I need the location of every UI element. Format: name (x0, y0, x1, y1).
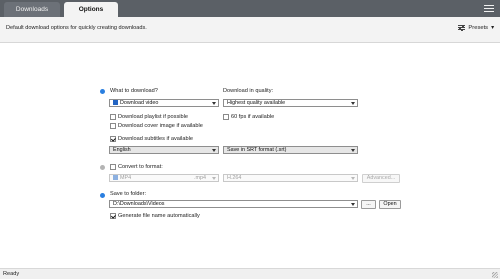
what-to-download-label: What to download? (110, 88, 158, 94)
presets-button[interactable]: Presets ▾ (458, 24, 494, 31)
chevron-down-icon (351, 177, 355, 180)
what-to-download-value: Download video (120, 100, 159, 106)
chevron-down-icon: ▾ (491, 24, 494, 31)
presets-label: Presets (468, 24, 489, 31)
sliders-icon (458, 24, 466, 31)
cover-checkbox[interactable] (110, 123, 116, 129)
video-icon (113, 100, 118, 105)
subtitle-format-select[interactable]: Save in SRT format (.srt) (223, 146, 358, 154)
tab-downloads[interactable]: Downloads (4, 2, 60, 17)
convert-format-value: MP4 (120, 175, 132, 181)
auto-filename-checkbox[interactable] (110, 213, 116, 219)
chevron-down-icon (351, 203, 355, 206)
section-indicator-icon (100, 193, 105, 198)
convert-format-select[interactable]: MP4 .mp4 (109, 174, 219, 182)
subtitle-format-value: Save in SRT format (.srt) (227, 147, 287, 153)
chevron-down-icon (212, 149, 216, 152)
tab-options[interactable]: Options (64, 2, 118, 17)
options-description: Default download options for quickly cre… (6, 25, 147, 31)
fps60-checkbox[interactable] (223, 114, 229, 120)
subtitles-checkbox[interactable] (110, 136, 116, 142)
options-header: Default download options for quickly cre… (0, 17, 500, 43)
cover-label: Download cover image if available (118, 123, 203, 129)
save-folder-label: Save to folder: (110, 191, 147, 197)
quality-select[interactable]: Highest quality available (223, 99, 358, 107)
save-folder-input[interactable]: D:\Downloads\Videos (109, 200, 358, 208)
what-to-download-select[interactable]: Download video (109, 99, 219, 107)
fps60-label: 60 fps if available (231, 114, 275, 120)
codec-select[interactable]: H.264 (223, 174, 358, 182)
status-text: Ready (3, 271, 20, 277)
open-folder-button[interactable]: Open (379, 199, 401, 209)
quality-label: Download in quality: (223, 88, 274, 94)
options-content: What to download? Download in quality: D… (0, 44, 500, 268)
file-format-icon (113, 175, 118, 180)
chevron-down-icon (351, 102, 355, 105)
auto-filename-label: Generate file name automatically (118, 213, 200, 219)
subtitle-language-select[interactable]: English (109, 146, 219, 154)
convert-checkbox[interactable] (110, 164, 116, 170)
chevron-down-icon (212, 177, 216, 180)
browse-button[interactable]: ... (361, 199, 376, 209)
section-indicator-icon (100, 165, 105, 170)
convert-label: Convert to format: (118, 164, 163, 170)
subtitle-language-value: English (113, 147, 131, 153)
subtitles-label: Download subtitles if available (118, 136, 193, 142)
hamburger-menu-icon[interactable] (484, 3, 494, 13)
status-bar: Ready (0, 268, 500, 279)
chevron-down-icon (351, 149, 355, 152)
playlist-checkbox[interactable] (110, 114, 116, 120)
save-folder-value: D:\Downloads\Videos (113, 201, 165, 207)
resize-grip-icon[interactable] (492, 272, 498, 278)
tab-bar: Downloads Options (0, 0, 500, 17)
section-indicator-icon (100, 89, 105, 94)
quality-value: Highest quality available (227, 100, 286, 106)
chevron-down-icon (212, 102, 216, 105)
playlist-label: Download playlist if possible (118, 114, 188, 120)
codec-value: H.264 (227, 175, 242, 181)
convert-extension: .mp4 (194, 175, 206, 181)
advanced-button[interactable]: Advanced... (362, 173, 400, 183)
